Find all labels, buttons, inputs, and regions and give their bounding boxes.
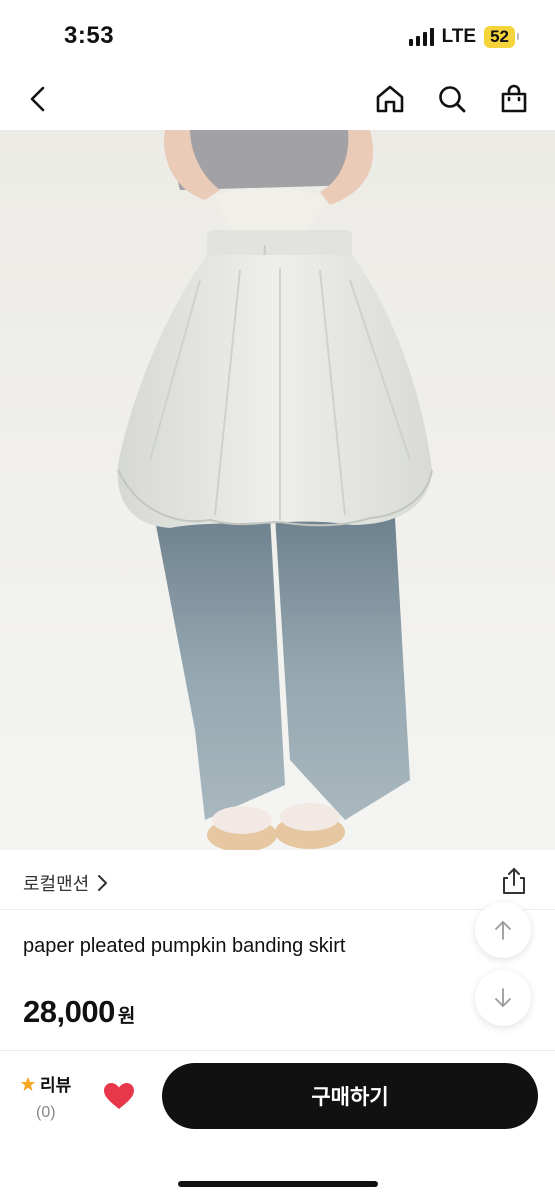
bottom-action-bar: 리뷰 (0) 구매하기 xyxy=(0,1050,555,1200)
brand-name: 로컬맨션 xyxy=(23,874,90,894)
arrow-up-icon xyxy=(495,921,511,940)
brand-link[interactable]: 로컬맨션 xyxy=(23,870,109,896)
network-label: LTE xyxy=(441,26,477,47)
shopping-bag-icon xyxy=(501,84,527,113)
price-unit: 원 xyxy=(117,1006,136,1027)
review-count: (0) xyxy=(36,1104,56,1121)
product-image[interactable] xyxy=(0,130,555,850)
search-icon xyxy=(439,86,466,113)
product-photo xyxy=(0,130,555,850)
price-value: 28,000 xyxy=(23,994,115,1029)
heart-icon[interactable] xyxy=(102,1081,136,1111)
home-indicator[interactable] xyxy=(178,1181,378,1187)
scroll-up-button[interactable] xyxy=(475,902,531,958)
nav-bar xyxy=(0,70,555,128)
home-button[interactable] xyxy=(371,80,409,118)
brand-row: 로컬맨션 xyxy=(0,852,555,910)
battery-indicator: 52 xyxy=(484,26,519,48)
status-bar: 3:53 LTE 52 xyxy=(0,0,555,70)
chevron-left-icon xyxy=(30,86,45,112)
signal-icon xyxy=(408,28,434,46)
chevron-right-icon xyxy=(98,875,108,891)
status-time: 3:53 xyxy=(64,22,115,49)
price: 28,000 원 xyxy=(23,994,135,1030)
share-icon[interactable] xyxy=(499,866,529,896)
arrow-down-icon xyxy=(495,988,511,1007)
cart-button[interactable] xyxy=(495,80,533,118)
review-button[interactable]: 리뷰 (0) xyxy=(20,1071,80,1122)
search-button[interactable] xyxy=(433,80,471,118)
scroll-down-button[interactable] xyxy=(475,970,531,1026)
product-title: paper pleated pumpkin banding skirt xyxy=(23,935,346,957)
review-label: 리뷰 xyxy=(40,1076,72,1095)
buy-button[interactable]: 구매하기 xyxy=(162,1063,538,1129)
home-icon xyxy=(376,85,404,113)
status-indicators: LTE 52 xyxy=(408,25,519,49)
star-icon xyxy=(21,1076,35,1091)
back-button[interactable] xyxy=(20,80,58,118)
